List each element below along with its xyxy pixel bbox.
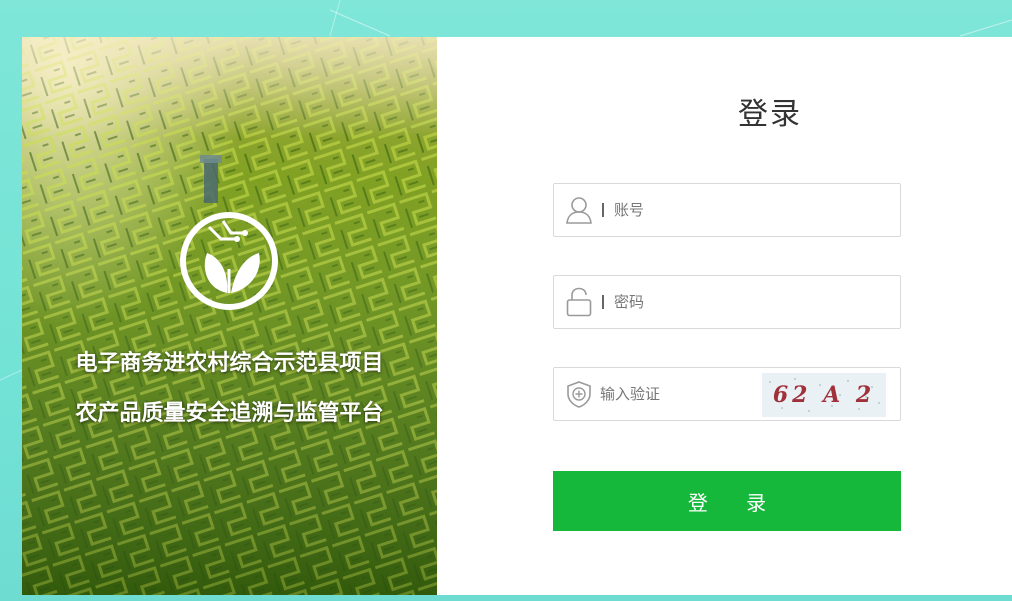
account-field[interactable]: [553, 183, 901, 237]
hero-tagline-line1: 电子商务进农村综合示范县项目: [75, 351, 384, 376]
field-separator: [602, 203, 604, 217]
account-input[interactable]: [614, 190, 834, 230]
field-separator: [602, 295, 604, 309]
shield-plus-icon: [564, 379, 594, 409]
captcha-field[interactable]: 62 A 2: [553, 367, 901, 421]
login-form-panel: 登录 账号 输入验证 62 A 2 登 录: [437, 37, 1012, 595]
captcha-image[interactable]: 62 A 2: [762, 373, 886, 417]
user-icon: [564, 195, 594, 225]
login-button[interactable]: 登 录: [553, 471, 901, 531]
password-input[interactable]: [614, 282, 834, 322]
hero-image-panel: 电子商务进农村综合示范县项目 农产品质量安全追溯与监管平台: [22, 37, 437, 595]
login-title: 登录: [738, 97, 802, 132]
password-field[interactable]: [553, 275, 901, 329]
crop-maze-image: [22, 37, 437, 595]
lock-icon: [564, 287, 594, 317]
hero-tagline-line2: 农产品质量安全追溯与监管平台: [75, 401, 384, 426]
captcha-input[interactable]: [600, 374, 750, 414]
login-card: 电子商务进农村综合示范县项目 农产品质量安全追溯与监管平台 登录 账号 输入验证…: [22, 37, 1012, 595]
captcha-code: 62 A 2: [772, 382, 876, 408]
leaf-circuit-logo-icon: [180, 212, 278, 310]
